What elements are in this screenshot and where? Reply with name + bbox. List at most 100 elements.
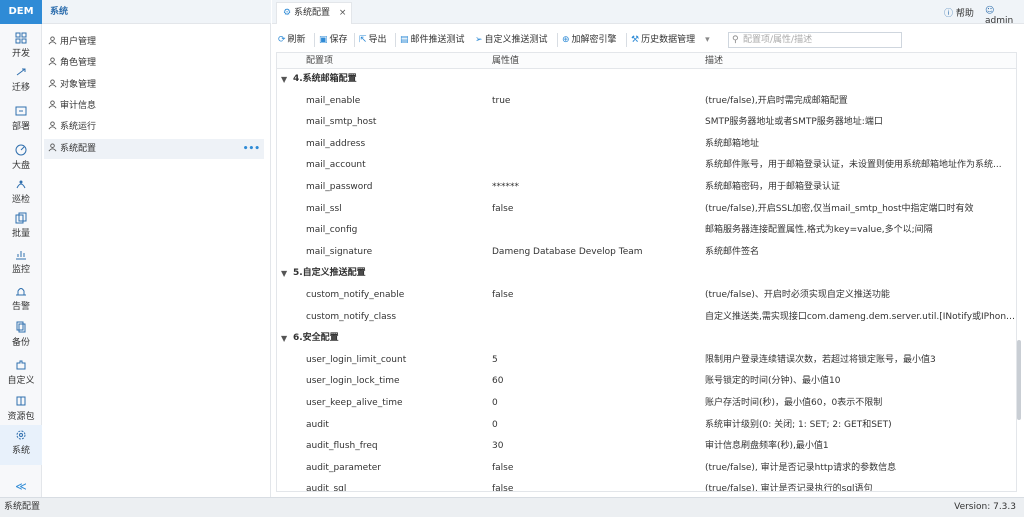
config-key: custom_notify_class [306, 311, 397, 322]
config-desc: (true/false)、开启时必须实现自定义推送功能 [705, 290, 890, 300]
config-key: mail_config [306, 225, 358, 236]
version-text: Version: 7.3.3 [954, 502, 1016, 512]
config-value[interactable]: false [492, 458, 513, 479]
table-row[interactable]: custom_notify_class 自定义推送类,需实现接口com.damen… [277, 307, 1017, 328]
collapse-rail-button[interactable]: ≪ [0, 480, 42, 493]
table-row[interactable]: mail_config 邮箱服务器连接配置属性,格式为key=value,多个以;… [277, 220, 1016, 241]
filter-input[interactable]: ⚲ 配置项/属性/描述 [728, 32, 902, 48]
settings-icon [48, 142, 60, 154]
help-icon: ⓘ [944, 9, 954, 19]
config-value[interactable]: 60 [492, 371, 503, 392]
custom-test-button[interactable]: ➢ 自定义推送测试 [475, 30, 548, 50]
config-value[interactable]: 30 [492, 436, 503, 457]
table-row[interactable]: user_keep_alive_time 0 账户存活时间(秒)，最小值60，0表示… [277, 393, 1016, 414]
sidebar-item[interactable]: 系统配置 ••• [44, 138, 264, 159]
table-row[interactable]: user_login_lock_time 60 账号锁定的时间(分钟)、最小值10 [277, 371, 1016, 392]
history-button[interactable]: ⚒ 历史数据管理 ▾ [631, 30, 710, 50]
config-key: mail_account [306, 160, 366, 171]
toolbar-divider [314, 33, 315, 47]
sidebar-item[interactable]: 对象管理 [44, 75, 264, 95]
sidebar-item-label: 对象管理 [60, 79, 97, 90]
grid-icon [0, 32, 42, 48]
toolbar-divider [395, 33, 396, 47]
sidebar-item[interactable]: 角色管理 [44, 53, 264, 73]
config-value[interactable]: ****** [492, 177, 519, 198]
save-label: 保存 [329, 35, 348, 45]
help-button[interactable]: ⓘ 帮助 [944, 6, 974, 19]
mail-icon: ▤ [400, 35, 409, 45]
table-row[interactable]: mail_signature Dameng Database Develop Te… [277, 242, 1016, 263]
close-icon[interactable]: × [339, 8, 347, 18]
table-row[interactable]: mail_password ****** 系统邮箱密码，用于邮箱登录认证 [277, 177, 1016, 198]
mail-test-button[interactable]: ▤ 邮件推送测试 [400, 30, 465, 50]
sidebar-item[interactable]: 审计信息 [44, 96, 264, 116]
vertical-scrollbar[interactable] [1017, 340, 1021, 420]
table-row[interactable]: audit_sql false (true/false), 审计是否记录执行的sql… [277, 479, 1016, 492]
config-value[interactable]: false [492, 285, 513, 306]
table-row[interactable]: mail_ssl false (true/false),开启SSL加密,仅当mail… [277, 199, 1016, 220]
rail-item[interactable]: 监控 [0, 244, 42, 284]
config-value[interactable]: 0 [492, 393, 498, 414]
user-menu[interactable]: ☺ admin [985, 6, 1024, 26]
history-icon: ⚒ [631, 35, 640, 45]
more-options-icon[interactable]: ••• [243, 139, 260, 159]
config-value[interactable]: false [492, 199, 513, 220]
rail-item[interactable]: 批量 [0, 208, 42, 248]
config-desc: 系统邮箱密码，用于邮箱登录认证 [705, 182, 841, 192]
rail-item[interactable]: 备份 [0, 317, 42, 357]
chevron-down-icon[interactable]: ▼ [281, 263, 287, 284]
rail-item[interactable]: 系统 [0, 425, 42, 465]
config-desc: 自定义推送类,需实现接口com.dameng.dem.server.util.[… [705, 311, 1017, 322]
table-row[interactable]: audit_parameter false (true/false), 审计是否记录… [277, 458, 1016, 479]
table-row[interactable]: user_login_limit_count 5 限制用户登录连续错误次数，若超过将… [277, 350, 1016, 371]
grid-header: 配置项 属性值 描述 [277, 53, 1016, 69]
chevron-down-icon[interactable]: ▼ [281, 69, 287, 90]
rail-item-label: 部署 [11, 122, 30, 132]
sidebar-item-label: 角色管理 [60, 58, 97, 69]
config-value[interactable]: true [492, 91, 510, 112]
config-value[interactable]: Dameng Database Develop Team [492, 242, 643, 263]
config-key: audit_sql [306, 484, 347, 492]
config-value[interactable]: false [492, 479, 513, 491]
add-cipher-button[interactable]: ⊕ 加解密引擎 [562, 30, 617, 50]
chevron-down-icon[interactable]: ▼ [281, 328, 287, 349]
dashboard-icon [0, 144, 42, 160]
group-header[interactable]: ▼ 5.自定义推送配置 [277, 263, 1016, 284]
table-row[interactable]: audit 0 系统审计级别(0: 关闭; 1: SET; 2: GET和SET) [277, 415, 1016, 436]
rail-item[interactable]: 告警 [0, 281, 42, 321]
monitor-icon [0, 248, 42, 264]
table-row[interactable]: custom_notify_enable false (true/false)、开启… [277, 285, 1016, 306]
puzzle-icon [0, 359, 42, 375]
config-key: user_login_lock_time [306, 376, 400, 387]
rail-item-label: 开发 [11, 49, 30, 59]
config-value[interactable]: 5 [492, 350, 498, 371]
config-desc: SMTP服务器地址或者SMTP服务器地址:端口 [705, 117, 883, 128]
column-header-desc[interactable]: 描述 [705, 53, 723, 69]
tab-system-config[interactable]: ⚙ 系统配置 × [276, 2, 352, 24]
sidebar-item[interactable]: 系统运行 [44, 117, 264, 137]
table-row[interactable]: mail_address 系统邮箱地址 [277, 134, 1016, 155]
rail-item[interactable]: 部署 [0, 101, 42, 141]
table-row[interactable]: audit_flush_freq 30 审计信息刷盘频率(秒),最小值1 [277, 436, 1016, 457]
backup-icon [0, 321, 42, 337]
mail-test-label: 邮件推送测试 [410, 35, 465, 45]
rail-item[interactable]: 自定义 [0, 355, 42, 395]
table-row[interactable]: mail_smtp_host SMTP服务器地址或者SMTP服务器地址:端口 [277, 112, 1016, 133]
rail-item-label: 大盘 [11, 161, 30, 171]
refresh-button[interactable]: ⟳ 刷新 [278, 30, 306, 50]
column-header-key[interactable]: 配置项 [306, 53, 333, 69]
column-header-value[interactable]: 属性值 [492, 53, 519, 69]
save-button[interactable]: ▣ 保存 [319, 30, 348, 50]
rail-item[interactable]: 迁移 [0, 62, 42, 102]
config-key: mail_ssl [306, 203, 342, 214]
group-header[interactable]: ▼ 4.系统邮箱配置 [277, 69, 1016, 90]
table-row[interactable]: mail_enable true (true/false),开启时需完成邮箱配置 [277, 91, 1016, 112]
audit-icon [48, 100, 60, 111]
config-value[interactable]: 0 [492, 415, 498, 436]
rail-item-label: 备份 [11, 338, 30, 348]
table-row[interactable]: mail_account 系统邮件账号，用于邮箱登录认证，未设置则使用系统邮箱地址… [277, 155, 1016, 176]
group-header[interactable]: ▼ 6.安全配置 [277, 328, 1016, 349]
export-button[interactable]: ⇱ 导出 [359, 30, 387, 50]
sidebar-item[interactable]: 用户管理 [44, 32, 264, 52]
cipher-icon: ⊕ [562, 35, 570, 45]
